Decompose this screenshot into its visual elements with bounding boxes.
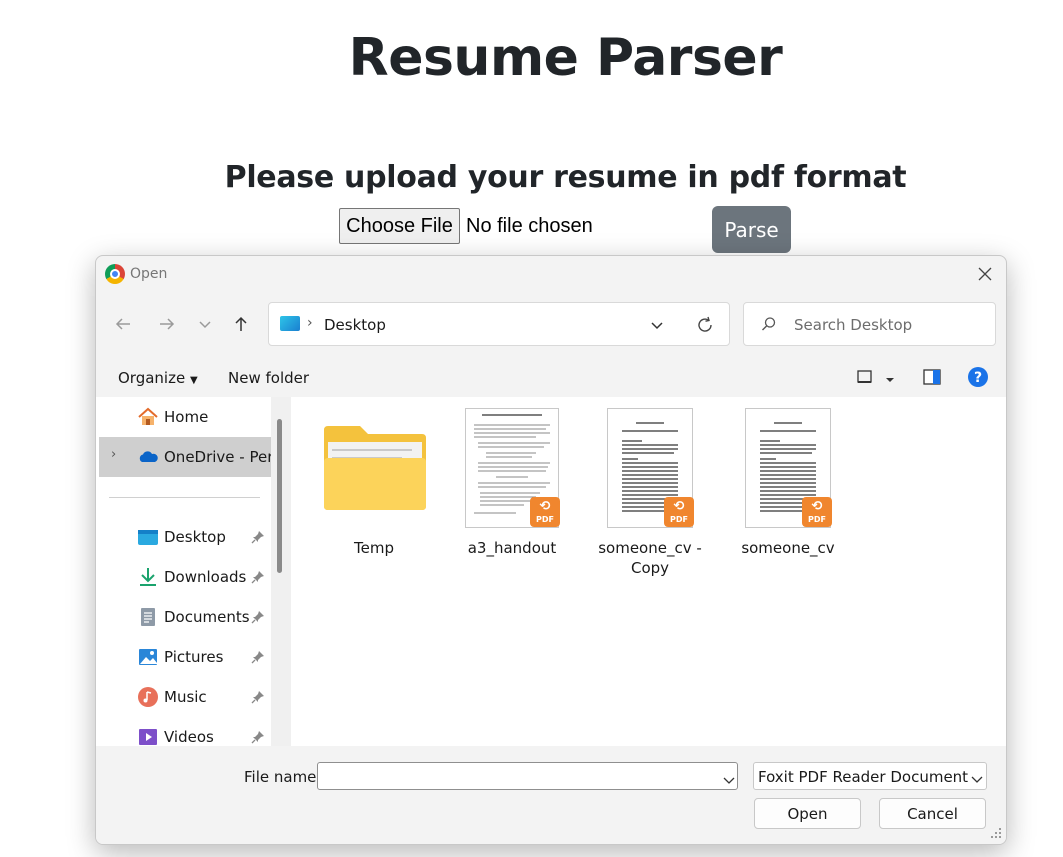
sidebar-item-label: Home [164,408,209,426]
breadcrumb-separator-icon: › [307,315,313,331]
address-dropdown-chevron-icon[interactable] [649,317,665,337]
file-input[interactable]: Choose File No file chosen [339,208,593,244]
pin-icon [251,650,265,668]
sidebar-item-onedrive[interactable]: › OneDrive - Personal [99,437,271,477]
up-arrow-icon[interactable] [229,312,253,336]
parse-button[interactable]: Parse [712,206,791,253]
file-name-input[interactable] [317,762,738,790]
desktop-icon [137,526,159,548]
navigation-pane: Home › OneDrive - Personal Desktop Downl… [96,397,291,748]
file-list: Temp ⟲ PDF a3_handout ⟲ PDF someone_cv - C… [291,397,1006,746]
recent-locations-chevron-icon[interactable] [193,312,217,336]
view-options-icon[interactable] [856,368,874,390]
refresh-icon[interactable] [695,315,715,339]
file-item-temp[interactable]: Temp [314,407,434,577]
search-icon [761,316,777,336]
breadcrumb-desktop[interactable]: Desktop [324,316,386,334]
organize-label: Organize [118,369,186,387]
pin-icon [251,690,265,708]
download-icon [137,566,159,588]
pdf-badge-icon: ⟲ PDF [802,497,832,527]
file-name-label: File name: [244,768,322,786]
close-icon[interactable] [974,263,996,285]
navigation-bar: › Desktop [96,292,1006,356]
pin-icon [251,570,265,588]
sidebar-item-label: OneDrive - Personal [164,448,271,466]
cancel-button[interactable]: Cancel [879,798,986,829]
onedrive-cloud-icon [137,446,159,468]
sidebar-item-pictures[interactable]: Pictures [96,637,271,677]
document-icon [137,606,159,628]
open-file-dialog: Open › Desktop Search Desktop Organize ▼… [95,255,1007,845]
dialog-title: Open [130,266,168,282]
resize-grip-icon[interactable] [990,824,1002,843]
page-title: Resume Parser [348,28,783,88]
file-name: Temp [354,539,394,557]
organize-menu[interactable]: Organize ▼ [118,369,198,387]
file-name: someone_cv [741,539,835,557]
svg-text:?: ? [974,370,982,386]
sidebar-item-home[interactable]: Home [96,397,271,437]
file-type-value: Foxit PDF Reader Document [758,768,969,786]
preview-pane-icon[interactable] [922,367,942,391]
desktop-icon [280,316,300,331]
help-icon[interactable]: ? [967,366,989,392]
folder-icon [322,424,428,514]
pictures-icon [137,646,159,668]
expand-chevron-icon[interactable]: › [111,447,116,462]
music-icon [137,686,159,708]
sidebar-item-desktop[interactable]: Desktop [96,517,271,557]
file-type-select[interactable]: Foxit PDF Reader Document [753,762,987,790]
choose-file-button[interactable]: Choose File [339,208,460,244]
file-type-chevron-icon [970,772,984,790]
home-icon [137,406,159,428]
search-input[interactable] [792,314,982,336]
file-name-dropdown-chevron-icon[interactable] [722,772,736,791]
chrome-icon [105,264,125,284]
back-arrow-icon[interactable] [111,312,135,336]
dialog-footer: File name: Foxit PDF Reader Document Ope… [96,746,1006,844]
file-name: someone_cv - Copy [598,539,702,577]
pdf-badge-icon: ⟲ PDF [530,497,560,527]
no-file-text: No file chosen [466,214,593,237]
new-folder-button[interactable]: New folder [228,369,309,387]
sidebar-divider [109,497,260,498]
open-button[interactable]: Open [754,798,861,829]
forward-arrow-icon[interactable] [155,312,179,336]
file-item-someone-cv[interactable]: ⟲ PDF someone_cv [728,407,848,577]
search-box[interactable] [743,302,996,346]
sidebar-item-documents[interactable]: Documents [96,597,271,637]
file-item-a3-handout[interactable]: ⟲ PDF a3_handout [452,407,572,577]
address-bar[interactable]: › Desktop [268,302,730,346]
pdf-badge-icon: ⟲ PDF [664,497,694,527]
upload-heading: Please upload your resume in pdf format [224,160,907,195]
pin-icon [251,530,265,548]
organize-dropdown-icon: ▼ [189,375,198,386]
videos-icon [137,726,159,748]
dialog-titlebar: Open [96,256,1006,292]
dialog-toolbar: Organize ▼ New folder ? [96,357,1006,397]
file-item-someone-cv-copy[interactable]: ⟲ PDF someone_cv - Copy [590,407,710,577]
view-dropdown-chevron-icon[interactable] [884,371,896,390]
sidebar-item-music[interactable]: Music [96,677,271,717]
sidebar-item-downloads[interactable]: Downloads [96,557,271,597]
sidebar-scrollbar-thumb[interactable] [277,419,282,573]
pin-icon [251,610,265,628]
file-name: a3_handout [467,539,557,557]
